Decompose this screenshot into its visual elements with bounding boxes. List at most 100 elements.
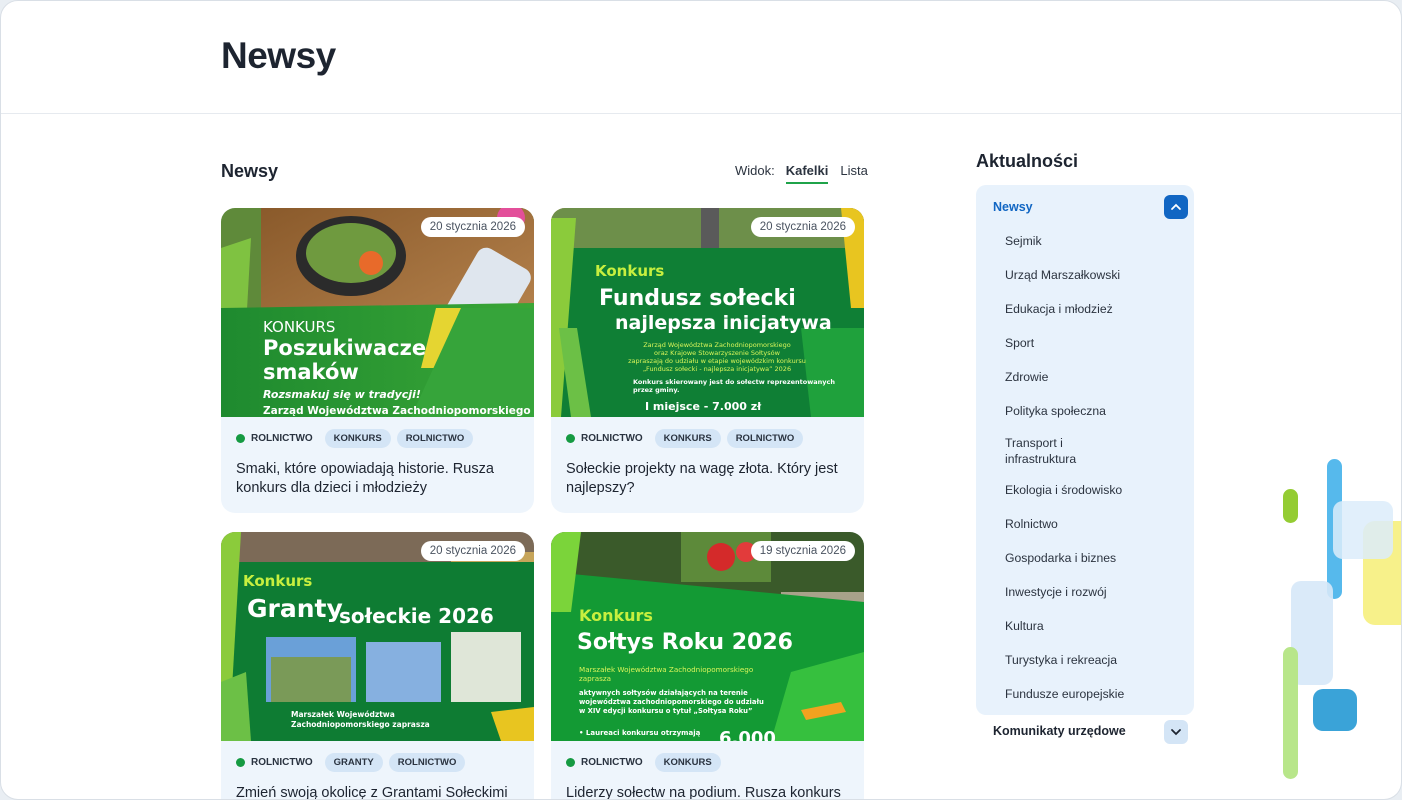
sidebar-item[interactable]: Turystyka i rekreacja — [1005, 652, 1180, 686]
news-card-image[interactable]: Konkurs Granty sołeckie 2026 Marszałek W… — [221, 532, 534, 741]
poster-headline-2: sołeckie 2026 — [339, 604, 494, 628]
page-title: Newsy — [221, 35, 336, 76]
page-frame: Newsy Newsy Widok: Kafelki Lista KONKURS… — [0, 0, 1402, 800]
news-card[interactable]: Konkurs Sołtys Roku 2026 Marszałek Wojew… — [551, 532, 864, 799]
news-category-label: ROLNICTWO — [251, 757, 313, 768]
poster-body-line: w XIV edycji konkursu o tytuł „Sołtysa R… — [579, 707, 753, 715]
news-tag[interactable]: ROLNICTWO — [726, 429, 804, 448]
poster-body-line: zapraszają do udziału w etapie wojewódzk… — [628, 357, 806, 365]
news-card-image[interactable]: KONKURS Poszukiwacze smaków Rozsmakuj si… — [221, 208, 534, 417]
view-list-option[interactable]: Lista — [840, 163, 867, 184]
news-tags: ROLNICTWO KONKURS ROLNICTWO — [566, 429, 804, 448]
sidebar-item[interactable]: Rolnictwo — [1005, 516, 1180, 550]
poster-kicker: KONKURS — [263, 318, 336, 336]
news-date: 20 stycznia 2026 — [420, 217, 525, 237]
category-dot-icon — [566, 434, 575, 443]
poster-headline-1: Granty — [247, 594, 343, 623]
news-tag[interactable]: KONKURS — [324, 429, 391, 448]
sidebar-item[interactable]: Edukacja i młodzież — [1005, 301, 1180, 335]
news-tag[interactable]: KONKURS — [654, 429, 721, 448]
news-title[interactable]: Sołeckie projekty na wagę złota. Który j… — [566, 460, 850, 498]
news-category-label: ROLNICTWO — [581, 433, 643, 444]
sidebar-item[interactable]: Urząd Marszałkowski — [1005, 267, 1180, 301]
poster-headline-2: najlepsza inicjatywa — [615, 312, 832, 334]
sidebar-item[interactable]: Kultura — [1005, 618, 1180, 652]
category-dot-icon — [236, 758, 245, 767]
sidebar-title: Aktualności — [976, 151, 1079, 171]
sidebar-item[interactable]: Fundusze europejskie — [1005, 686, 1180, 706]
poster-headline-1: Poszukiwacze — [263, 336, 427, 360]
poster-body-3: • Laureaci konkursu otrzymają — [579, 729, 701, 737]
poster-kicker: Konkurs — [579, 606, 653, 625]
view-tiles-option[interactable]: Kafelki — [785, 163, 829, 184]
poster-body: Zarząd Województwa Zachodniopomorskiego … — [617, 341, 817, 373]
decor-shape — [1313, 689, 1357, 731]
news-category-label: ROLNICTWO — [251, 433, 313, 444]
news-tags: ROLNICTWO KONKURS — [566, 753, 721, 772]
poster-kicker: Konkurs — [595, 262, 665, 280]
poster-headline-1: Fundusz sołecki — [599, 286, 796, 311]
sidebar-item[interactable]: Sejmik — [1005, 233, 1180, 267]
news-title[interactable]: Zmień swoją okolicę z Grantami Sołeckimi — [236, 784, 520, 799]
news-title[interactable]: Smaki, które opowiadają historie. Rusza … — [236, 460, 520, 498]
poster-body-line: aktywnych sołtysów działających na teren… — [579, 689, 748, 697]
poster-body-line: zaprasza — [579, 674, 612, 683]
poster-kicker: Konkurs — [243, 572, 313, 590]
poster-body-line: Marszałek Województwa Zachodniopomorskie… — [579, 665, 754, 674]
sidebar-item[interactable]: Zdrowie — [1005, 369, 1180, 403]
sidebar-group-newsy[interactable]: Newsy — [993, 200, 1033, 214]
poster-prize: 6.000 — [719, 728, 776, 741]
decor-shape — [1283, 489, 1298, 523]
sidebar-item[interactable]: Gospodarka i biznes — [1005, 550, 1180, 584]
news-title[interactable]: Liderzy sołectw na podium. Rusza konkurs — [566, 784, 850, 799]
poster-headline-2: smaków — [263, 360, 359, 384]
poster-body-line: oraz Krajowe Stowarzyszenie Sołtysów — [654, 349, 780, 357]
poster-body-line: województwa zachodniopomorskiego do udzi… — [579, 698, 764, 706]
news-tag[interactable]: KONKURS — [654, 753, 721, 772]
decor-shape — [1333, 501, 1393, 559]
news-category[interactable]: ROLNICTWO — [236, 433, 313, 444]
category-dot-icon — [566, 758, 575, 767]
news-tag[interactable]: ROLNICTWO — [388, 753, 466, 772]
news-card-image[interactable]: Konkurs Sołtys Roku 2026 Marszałek Wojew… — [551, 532, 864, 741]
category-dot-icon — [236, 434, 245, 443]
news-card-image[interactable]: Konkurs Fundusz sołecki najlepsza inicja… — [551, 208, 864, 417]
news-card[interactable]: Konkurs Fundusz sołecki najlepsza inicja… — [551, 208, 864, 513]
poster-body-line: Zachodniopomorskiego zaprasza — [291, 720, 430, 729]
poster-body-line: Konkurs skierowany jest do sołectw repre… — [633, 378, 835, 386]
poster-body: Marszałek Województwa Zachodniopomorskie… — [579, 665, 753, 683]
news-tags: ROLNICTWO KONKURS ROLNICTWO — [236, 429, 474, 448]
sidebar-item[interactable]: Ekologia i środowisko — [1005, 482, 1180, 516]
news-tag[interactable]: GRANTY — [324, 753, 383, 772]
news-date: 19 stycznia 2026 — [750, 541, 855, 561]
news-card[interactable]: KONKURS Poszukiwacze smaków Rozsmakuj si… — [221, 208, 534, 513]
decor-shape — [1283, 647, 1298, 779]
news-category[interactable]: ROLNICTWO — [566, 433, 643, 444]
news-tag[interactable]: ROLNICTWO — [396, 429, 474, 448]
news-date: 20 stycznia 2026 — [750, 217, 855, 237]
poster-body: Marszałek Województwa Zachodniopomorskie… — [291, 710, 430, 730]
news-category[interactable]: ROLNICTWO — [566, 757, 643, 768]
sidebar-list: Sejmik Urząd Marszałkowski Edukacja i mł… — [1005, 233, 1180, 706]
poster-prize: I miejsce - 7.000 zł — [645, 400, 762, 413]
view-switch: Widok: Kafelki Lista — [735, 163, 868, 184]
sidebar-item[interactable]: Sport — [1005, 335, 1180, 369]
poster-tagline: Rozsmakuj się w tradycji! — [263, 388, 421, 401]
page-header: Newsy — [1, 1, 1401, 114]
news-category-label: ROLNICTWO — [581, 757, 643, 768]
sidebar-item[interactable]: Transport i infrastruktura — [1005, 435, 1105, 482]
sidebar-item[interactable]: Inwestycje i rozwój — [1005, 584, 1180, 618]
poster-headline-1: Sołtys Roku 2026 — [577, 630, 793, 655]
sidebar-item[interactable]: Polityka społeczna — [1005, 403, 1180, 435]
news-tags: ROLNICTWO GRANTY ROLNICTWO — [236, 753, 466, 772]
chevron-up-icon[interactable] — [1164, 195, 1188, 219]
poster-footer: Zarząd Województwa Zachodniopomorskiego — [263, 405, 531, 417]
news-category[interactable]: ROLNICTWO — [236, 757, 313, 768]
chevron-down-icon[interactable] — [1164, 720, 1188, 744]
poster-art — [221, 208, 534, 417]
news-card[interactable]: Konkurs Granty sołeckie 2026 Marszałek W… — [221, 532, 534, 799]
poster-body-line: Zarząd Województwa Zachodniopomorskiego — [643, 341, 791, 349]
poster-body-2: Konkurs skierowany jest do sołectw repre… — [633, 378, 835, 394]
poster-body-line: przez gminy. — [633, 386, 680, 394]
sidebar-group-komunikaty[interactable]: Komunikaty urzędowe — [993, 724, 1126, 738]
